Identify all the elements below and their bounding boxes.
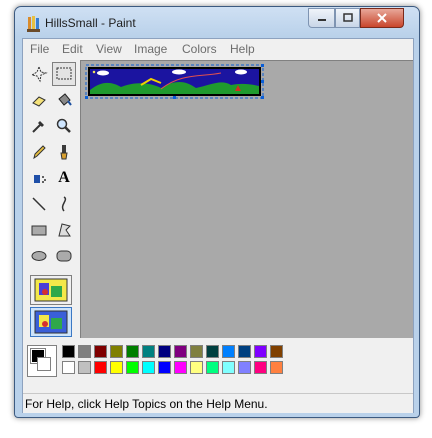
rect-select-icon bbox=[56, 67, 72, 80]
drawing-canvas[interactable] bbox=[81, 61, 413, 338]
tool-text[interactable]: A bbox=[52, 166, 76, 190]
tool-magnifier[interactable] bbox=[52, 114, 76, 138]
airbrush-icon bbox=[34, 175, 46, 183]
status-bar: For Help, click Help Topics on the Help … bbox=[23, 393, 413, 413]
menu-file[interactable]: File bbox=[30, 42, 49, 56]
palette-swatch[interactable] bbox=[174, 345, 187, 358]
palette-swatch[interactable] bbox=[126, 345, 139, 358]
fill-bucket-icon bbox=[58, 93, 72, 106]
brush-icon bbox=[60, 145, 68, 160]
palette-swatch[interactable] bbox=[110, 361, 123, 374]
palette-swatch[interactable] bbox=[94, 345, 107, 358]
menu-image[interactable]: Image bbox=[134, 42, 167, 56]
palette-swatch[interactable] bbox=[206, 345, 219, 358]
palette-swatch[interactable] bbox=[78, 361, 91, 374]
palette-swatch[interactable] bbox=[270, 361, 283, 374]
palette-swatch[interactable] bbox=[238, 345, 251, 358]
menu-view[interactable]: View bbox=[96, 42, 122, 56]
toolbox: A bbox=[24, 60, 79, 337]
tool-free-form-select[interactable] bbox=[27, 62, 51, 86]
palette-swatch[interactable] bbox=[238, 361, 251, 374]
minimize-icon bbox=[317, 19, 326, 21]
maximize-icon bbox=[342, 13, 353, 22]
tool-pencil[interactable] bbox=[27, 140, 51, 164]
polygon-icon bbox=[58, 223, 71, 237]
rounded-rect-icon bbox=[56, 250, 72, 262]
rectangle-icon bbox=[31, 225, 47, 236]
minimize-button[interactable] bbox=[308, 8, 335, 28]
free-form-select-icon bbox=[30, 65, 48, 83]
eraser-icon bbox=[32, 96, 46, 107]
transparent-option-icon bbox=[34, 310, 68, 334]
palette-swatch[interactable] bbox=[206, 361, 219, 374]
palette-swatch[interactable] bbox=[94, 361, 107, 374]
selection-transparent-option[interactable] bbox=[30, 307, 72, 337]
palette-swatch[interactable] bbox=[142, 361, 155, 374]
menu-bar: File Edit View Image Colors Help bbox=[23, 39, 413, 57]
menu-help[interactable]: Help bbox=[230, 42, 255, 56]
palette-swatch[interactable] bbox=[78, 345, 91, 358]
close-icon bbox=[377, 13, 387, 23]
tool-ellipse[interactable] bbox=[27, 244, 51, 268]
palette-swatch[interactable] bbox=[254, 361, 267, 374]
palette-swatch[interactable] bbox=[110, 345, 123, 358]
palette-swatch[interactable] bbox=[62, 361, 75, 374]
color-palette bbox=[23, 339, 413, 389]
tool-brush[interactable] bbox=[52, 140, 76, 164]
opaque-option-icon bbox=[34, 278, 68, 302]
selection-opaque-option[interactable] bbox=[30, 275, 72, 305]
palette-swatch[interactable] bbox=[222, 345, 235, 358]
palette-swatch[interactable] bbox=[142, 345, 155, 358]
tool-airbrush[interactable] bbox=[27, 166, 51, 190]
close-button[interactable] bbox=[360, 8, 404, 28]
tool-rectangle[interactable] bbox=[27, 218, 51, 242]
palette-swatch[interactable] bbox=[190, 361, 203, 374]
tool-rect-select[interactable] bbox=[52, 62, 76, 86]
tool-color-picker[interactable] bbox=[27, 114, 51, 138]
text-icon: A bbox=[58, 169, 70, 186]
paint-window: HillsSmall - Paint File Edit View Image … bbox=[14, 6, 420, 418]
status-text: For Help, click Help Topics on the Help … bbox=[25, 397, 268, 411]
maximize-button[interactable] bbox=[335, 8, 360, 28]
curve-icon bbox=[61, 196, 67, 212]
palette-swatch[interactable] bbox=[158, 345, 171, 358]
line-icon bbox=[32, 197, 46, 211]
tool-curve[interactable] bbox=[52, 192, 76, 216]
title-bar[interactable]: HillsSmall - Paint bbox=[15, 7, 419, 37]
tool-polygon[interactable] bbox=[52, 218, 76, 242]
magnifier-icon bbox=[56, 118, 71, 133]
window-title: HillsSmall - Paint bbox=[45, 16, 136, 30]
tool-eraser[interactable] bbox=[27, 88, 51, 112]
tool-fill[interactable] bbox=[52, 88, 76, 112]
pencil-icon bbox=[33, 145, 46, 160]
palette-swatch[interactable] bbox=[222, 361, 235, 374]
palette-swatch[interactable] bbox=[158, 361, 171, 374]
color-picker-icon bbox=[32, 121, 44, 133]
palette-swatch[interactable] bbox=[254, 345, 267, 358]
canvas-area[interactable] bbox=[80, 60, 413, 338]
tool-rounded-rect[interactable] bbox=[52, 244, 76, 268]
palette-swatch[interactable] bbox=[174, 361, 187, 374]
current-colors[interactable] bbox=[27, 345, 57, 377]
palette-swatch[interactable] bbox=[62, 345, 75, 358]
palette-swatch[interactable] bbox=[126, 361, 139, 374]
palette-swatch[interactable] bbox=[270, 345, 283, 358]
background-color[interactable] bbox=[37, 357, 51, 371]
menu-edit[interactable]: Edit bbox=[62, 42, 83, 56]
palette-swatch[interactable] bbox=[190, 345, 203, 358]
tool-line[interactable] bbox=[27, 192, 51, 216]
menu-colors[interactable]: Colors bbox=[182, 42, 217, 56]
paint-app-icon bbox=[27, 16, 40, 32]
client-area: File Edit View Image Colors Help A For H… bbox=[22, 38, 414, 413]
ellipse-icon bbox=[31, 251, 47, 261]
